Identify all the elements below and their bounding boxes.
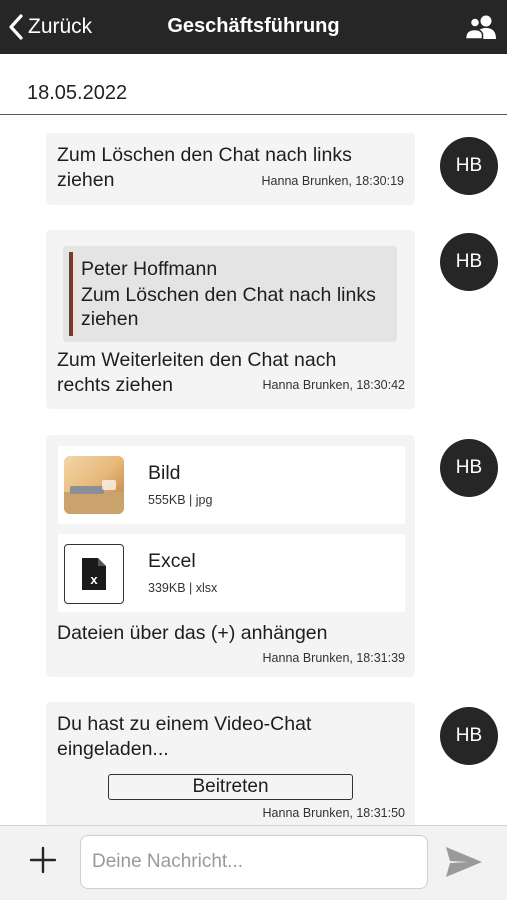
message-meta: Hanna Brunken, 18:30:19	[261, 174, 404, 188]
attachment-name: Bild	[148, 462, 181, 484]
svg-text:x: x	[90, 572, 98, 587]
image-thumbnail	[64, 456, 124, 514]
join-video-chat-button[interactable]: Beitreten	[108, 774, 353, 800]
attachment-name: Excel	[148, 550, 196, 572]
attachment-excel[interactable]: x Excel 339KB | xlsx	[58, 534, 405, 612]
quote-text: Zum Löschen den Chat nach links ziehen	[81, 284, 376, 330]
date-label: 18.05.2022	[27, 82, 128, 104]
attachment-info: 339KB | xlsx	[148, 581, 218, 595]
message-input[interactable]	[80, 835, 428, 889]
message-meta: Hanna Brunken, 18:30:42	[262, 378, 405, 392]
avatar: HB	[440, 137, 498, 195]
send-icon[interactable]	[444, 844, 484, 880]
top-bar: Zurück Geschäftsführung	[0, 0, 507, 54]
plus-icon[interactable]	[27, 844, 59, 876]
date-separator: 18.05.2022	[0, 54, 507, 115]
attachment-info: 555KB | jpg	[148, 493, 213, 507]
message-bubble[interactable]: Zum Löschen den Chat nach links ziehen H…	[46, 133, 415, 205]
avatar: HB	[440, 233, 498, 291]
quoted-message[interactable]: Peter Hoffmann Zum Löschen den Chat nach…	[63, 246, 397, 342]
quote-author: Peter Hoffmann	[81, 258, 218, 280]
message-composer	[0, 825, 507, 900]
avatar: HB	[440, 707, 498, 765]
attachment-image[interactable]: Bild 555KB | jpg	[58, 446, 405, 524]
group-icon[interactable]	[465, 14, 497, 40]
quote-accent-bar	[69, 252, 73, 336]
message-text: Dateien über das (+) anhängen	[57, 622, 328, 644]
message-text: Du hast zu einem Video-Chat eingeladen..…	[57, 713, 312, 760]
avatar: HB	[440, 439, 498, 497]
message-meta: Hanna Brunken, 18:31:50	[262, 806, 405, 820]
excel-file-icon: x	[64, 544, 124, 604]
message-meta: Hanna Brunken, 18:31:39	[262, 651, 405, 665]
page-title: Geschäftsführung	[167, 15, 340, 37]
